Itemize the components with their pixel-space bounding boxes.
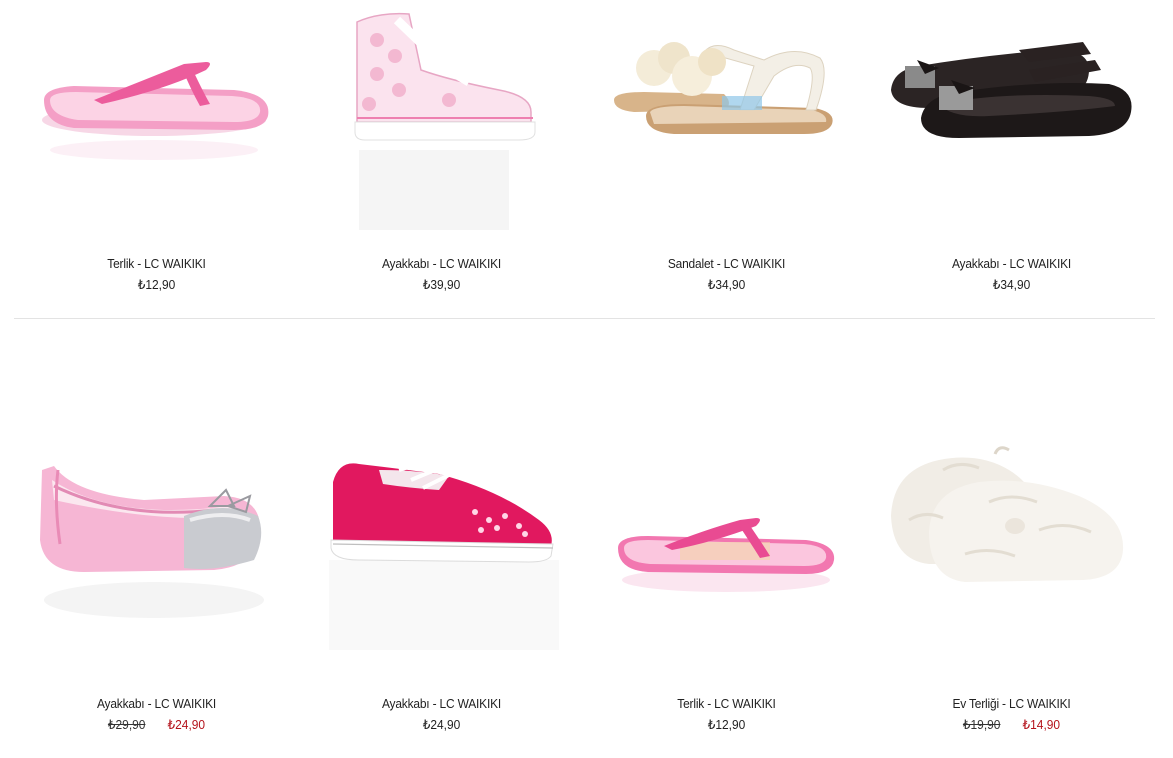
product-price: ₺19,90 ₺14,90 — [880, 717, 1142, 733]
product-title[interactable]: Ayakkabı - LC WAIKIKI — [310, 256, 572, 271]
product-card[interactable]: Ayakkabı - LC WAIKIKI ₺29,90 ₺24,90 — [14, 320, 299, 758]
product-title[interactable]: Terlik - LC WAIKIKI — [25, 256, 287, 271]
product-price: ₺24,90 — [310, 717, 572, 733]
product-price: ₺12,90 — [595, 717, 857, 733]
product-card[interactable]: Terlik - LC WAIKIKI ₺12,90 — [14, 0, 299, 318]
price-current: ₺34,90 — [992, 277, 1031, 292]
product-price: ₺34,90 — [880, 277, 1142, 293]
product-image-sandal[interactable] — [584, 0, 869, 240]
product-card[interactable]: Terlik - LC WAIKIKI ₺12,90 — [584, 320, 869, 758]
product-image-ballet-flat[interactable] — [14, 320, 299, 680]
product-title[interactable]: Ev Terliği - LC WAIKIKI — [880, 696, 1142, 711]
product-title[interactable]: Ayakkabı - LC WAIKIKI — [880, 256, 1142, 271]
price-current: ₺12,90 — [707, 717, 746, 732]
product-image-flip-flop[interactable] — [14, 0, 299, 240]
product-price: ₺29,90 ₺24,90 — [25, 717, 287, 733]
product-card[interactable]: Ayakkabı - LC WAIKIKI ₺39,90 — [299, 0, 584, 318]
product-image-flip-flop[interactable] — [584, 320, 869, 680]
product-image-hightop-sneaker[interactable] — [299, 0, 584, 240]
price-current: ₺24,90 — [422, 717, 461, 732]
product-title[interactable]: Ayakkabı - LC WAIKIKI — [25, 696, 287, 711]
price-current: ₺39,90 — [422, 277, 461, 292]
product-card[interactable]: Ayakkabı - LC WAIKIKI ₺24,90 — [299, 320, 584, 758]
product-image-fur-slipper[interactable] — [869, 320, 1154, 680]
product-image-canvas-sneaker[interactable] — [299, 320, 584, 680]
price-current: ₺12,90 — [137, 277, 176, 292]
product-card[interactable]: Ayakkabı - LC WAIKIKI ₺34,90 — [869, 0, 1154, 318]
product-row-2: Ayakkabı - LC WAIKIKI ₺29,90 ₺24,90 Ayakk… — [0, 320, 1173, 758]
price-current: ₺34,90 — [707, 277, 746, 292]
product-title[interactable]: Sandalet - LC WAIKIKI — [595, 256, 857, 271]
product-price: ₺12,90 — [25, 277, 287, 293]
product-price: ₺34,90 — [595, 277, 857, 293]
product-title[interactable]: Ayakkabı - LC WAIKIKI — [310, 696, 572, 711]
product-image-black-flat[interactable] — [869, 0, 1154, 240]
price-sale: ₺14,90 — [1022, 717, 1061, 732]
price-old: ₺19,90 — [962, 717, 1001, 732]
price-old: ₺29,90 — [107, 717, 146, 732]
product-price: ₺39,90 — [310, 277, 572, 293]
product-title[interactable]: Terlik - LC WAIKIKI — [595, 696, 857, 711]
product-card[interactable]: Sandalet - LC WAIKIKI ₺34,90 — [584, 0, 869, 318]
row-divider — [14, 318, 1155, 319]
product-row-1: Terlik - LC WAIKIKI ₺12,90 Ayakkabı - LC… — [0, 0, 1173, 318]
product-card[interactable]: Ev Terliği - LC WAIKIKI ₺19,90 ₺14,90 — [869, 320, 1154, 758]
price-sale: ₺24,90 — [167, 717, 206, 732]
